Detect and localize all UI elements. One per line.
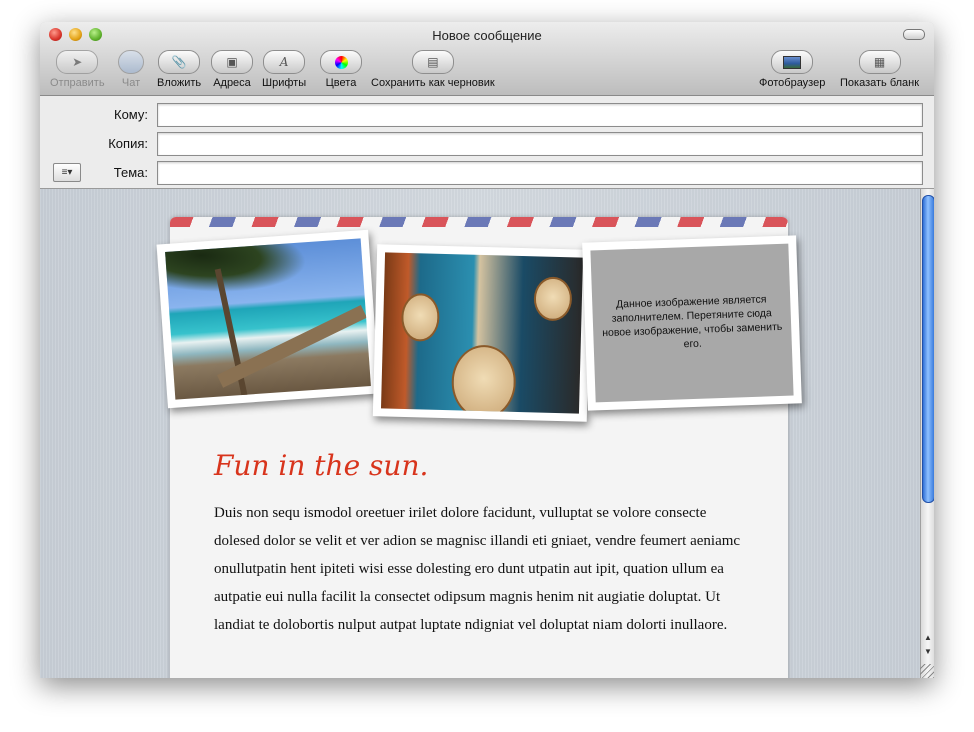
toolbar-toggle-button[interactable]	[903, 29, 925, 40]
address-book-icon: ▣	[211, 50, 253, 74]
placeholder-photo[interactable]: Данное изображение является заполнителем…	[582, 235, 802, 411]
titlebar: Новое сообщение ➤ Отправить Чат 📎 Вложит…	[40, 22, 934, 96]
chat-label: Чат	[121, 77, 141, 89]
attach-label: Вложить	[157, 77, 202, 89]
window-title: Новое сообщение	[432, 28, 542, 43]
fonts-label: Шрифты	[262, 77, 307, 89]
chat-icon	[118, 50, 144, 74]
message-headline[interactable]: Fun in the sun.	[214, 449, 428, 482]
show-stationery-label: Показать бланк	[840, 77, 920, 89]
to-label: Кому:	[114, 107, 148, 122]
paperclip-icon: 📎	[158, 50, 201, 74]
cc-row: Копия:	[40, 132, 934, 156]
send-button[interactable]: ➤ Отправить	[50, 50, 105, 89]
subject-label: Тема:	[113, 165, 148, 180]
stationery-paper: Данное изображение является заполнителем…	[156, 217, 802, 678]
addresses-button[interactable]: ▣ Адреса	[211, 50, 253, 89]
photo-browser-button[interactable]: Фотобраузер	[759, 50, 825, 89]
scroll-up-arrow-icon[interactable]: ▲	[922, 631, 934, 645]
attach-button[interactable]: 📎 Вложить	[157, 50, 201, 89]
message-body-text[interactable]: Duis non sequ ismodol oreetuer irilet do…	[214, 499, 754, 639]
colors-label: Цвета	[325, 77, 357, 89]
stationery-icon: ▦	[858, 50, 901, 74]
placeholder-text: Данное изображение является заполнителем…	[590, 243, 794, 403]
chat-button[interactable]: Чат	[118, 50, 144, 89]
cc-field[interactable]	[157, 132, 923, 156]
draft-icon: ▤	[411, 50, 454, 74]
subject-row: Тема:	[40, 161, 934, 185]
colors-button[interactable]: Цвета	[320, 50, 362, 89]
ukulele-photo[interactable]	[372, 244, 592, 422]
photo-browser-icon	[771, 50, 814, 74]
save-draft-button[interactable]: ▤ Сохранить как черновик	[371, 50, 495, 89]
cc-label: Копия:	[108, 136, 148, 151]
photo-browser-label: Фотобраузер	[759, 77, 826, 89]
scroll-thumb[interactable]	[922, 195, 934, 503]
subject-field[interactable]	[157, 161, 923, 185]
message-headers: Кому: Копия: Тема: ≡▾	[40, 96, 934, 189]
resize-grip-icon[interactable]	[920, 664, 934, 678]
to-field[interactable]	[157, 103, 923, 127]
scroll-down-arrow-icon[interactable]: ▼	[922, 645, 934, 659]
to-row: Кому:	[40, 103, 934, 127]
mail-compose-window: Новое сообщение ➤ Отправить Чат 📎 Вложит…	[40, 22, 934, 678]
message-body-area[interactable]: Данное изображение является заполнителем…	[40, 189, 920, 678]
fonts-icon: A	[263, 50, 306, 74]
account-menu-icon[interactable]: ≡▾	[53, 163, 81, 182]
airmail-border	[170, 217, 788, 227]
fonts-button[interactable]: A Шрифты	[262, 50, 306, 89]
color-wheel-icon	[320, 50, 362, 74]
vertical-scrollbar[interactable]: ▲ ▼	[920, 189, 934, 678]
addresses-label: Адреса	[213, 77, 251, 89]
send-label: Отправить	[50, 77, 105, 89]
save-draft-label: Сохранить как черновик	[371, 77, 495, 89]
send-icon: ➤	[56, 50, 99, 74]
beach-photo[interactable]	[156, 229, 380, 409]
show-stationery-button[interactable]: ▦ Показать бланк	[840, 50, 919, 89]
